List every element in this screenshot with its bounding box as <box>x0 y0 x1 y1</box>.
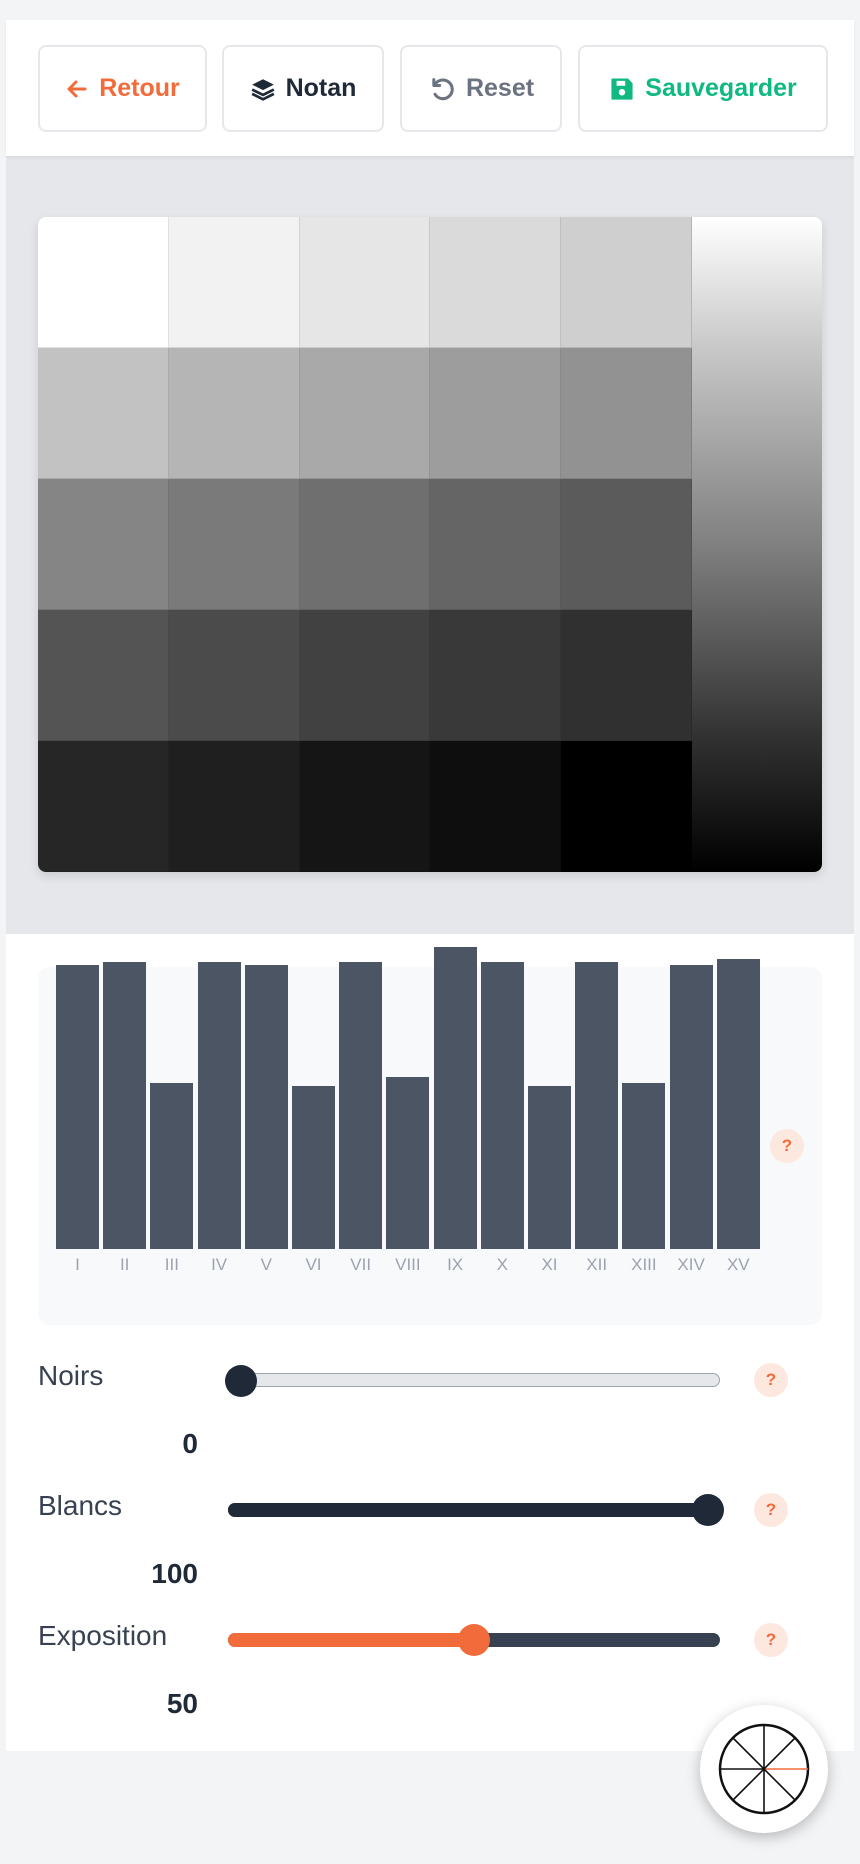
histogram-bar <box>197 962 241 1249</box>
blancs-slider-fill <box>228 1503 708 1517</box>
notan-button[interactable]: Notan <box>222 45 384 132</box>
histogram-tick-label: VIII <box>395 1255 421 1274</box>
noirs-value: 0 <box>182 1428 198 1459</box>
noirs-help-button[interactable]: ? <box>754 1363 788 1397</box>
histogram-tick-label: VI <box>305 1255 322 1274</box>
exposition-slider-thumb[interactable] <box>458 1624 490 1656</box>
value-swatch <box>168 610 300 741</box>
save-button[interactable]: Sauvegarder <box>578 45 828 132</box>
value-swatch <box>430 348 562 479</box>
value-swatch <box>430 610 562 741</box>
histogram-tick-label: I <box>75 1255 80 1274</box>
histogram-tick-label: XV <box>726 1255 750 1274</box>
slider-label-exposition: Exposition <box>38 1620 168 1651</box>
noirs-slider-thumb[interactable] <box>225 1365 257 1397</box>
blancs-slider[interactable] <box>228 1494 724 1526</box>
help-icon: ? <box>765 1500 777 1519</box>
floppy-disk-icon <box>611 77 633 100</box>
histogram-tick-label: IX <box>447 1255 464 1274</box>
value-swatch <box>168 479 300 610</box>
value-swatch <box>561 610 692 741</box>
color-wheel-button[interactable] <box>700 1705 828 1833</box>
value-swatch <box>430 741 562 872</box>
value-swatch <box>38 741 169 872</box>
value-scale <box>38 217 822 872</box>
slider-label-noirs: Noirs <box>38 1360 104 1391</box>
histogram-bar <box>150 1082 194 1249</box>
histogram-tick-label: X <box>496 1255 508 1274</box>
histogram-tick-label: XII <box>586 1255 608 1274</box>
value-swatch <box>561 741 692 872</box>
reset-button[interactable]: Reset <box>400 45 562 132</box>
value-swatch <box>299 610 431 741</box>
back-button-label: Retour <box>99 74 180 102</box>
histogram-tick-label: XIV <box>677 1255 705 1274</box>
blancs-help-button[interactable]: ? <box>754 1493 788 1527</box>
color-wheel-icon <box>718 1723 810 1815</box>
histogram-bar <box>339 962 383 1249</box>
value-swatch <box>561 479 692 610</box>
exposition-help-button[interactable]: ? <box>754 1623 788 1657</box>
help-icon: ? <box>781 1136 793 1155</box>
histogram-bar <box>386 1076 430 1249</box>
value-swatch <box>299 348 431 479</box>
histogram-bar <box>622 1082 666 1249</box>
histogram-bar <box>669 965 713 1249</box>
toolbar: Retour Notan Reset Sauvegarder <box>6 20 854 156</box>
histogram-tick-label: IV <box>211 1255 228 1274</box>
histogram-bars: I II III IV V VI VII VIII IX X XI XII XIII XIV XV <box>38 947 760 1325</box>
undo-icon <box>432 77 454 100</box>
histogram-bar <box>244 965 288 1249</box>
blancs-slider-thumb[interactable] <box>692 1494 724 1526</box>
value-swatch <box>38 610 169 741</box>
histogram-bar <box>716 959 760 1249</box>
value-swatch <box>299 479 431 610</box>
histogram-bar <box>433 947 477 1249</box>
value-swatch <box>168 741 300 872</box>
arrow-left-icon <box>67 80 87 97</box>
histogram-bar <box>103 962 147 1249</box>
slider-label-blancs: Blancs <box>38 1490 123 1521</box>
histogram-tick-label: XIII <box>631 1255 657 1274</box>
value-swatch <box>168 348 300 479</box>
help-icon: ? <box>765 1370 777 1389</box>
reset-button-label: Reset <box>465 74 535 102</box>
histogram-help-button[interactable]: ? <box>770 1129 804 1163</box>
histogram-bar <box>528 1085 571 1249</box>
value-swatch <box>299 741 431 872</box>
value-swatch <box>38 217 169 348</box>
value-swatch <box>430 479 562 610</box>
histogram-bar <box>292 1085 335 1249</box>
blancs-value: 100 <box>151 1558 198 1589</box>
histogram-bar <box>56 965 99 1249</box>
histogram-bar <box>480 962 524 1249</box>
value-swatch-grid <box>38 217 692 872</box>
value-swatch <box>38 479 169 610</box>
back-button[interactable]: Retour <box>38 45 207 132</box>
save-button-label: Sauvegarder <box>645 74 797 102</box>
histogram-tick-label: XI <box>541 1255 558 1274</box>
value-swatch <box>430 217 562 348</box>
histogram: I II III IV V VI VII VIII IX X XI XII XIII XIV XV ? <box>38 947 822 1325</box>
noirs-slider[interactable] <box>225 1365 720 1397</box>
histogram-tick-label: V <box>260 1255 272 1274</box>
histogram-tick-label: III <box>164 1255 179 1274</box>
value-swatch <box>561 217 692 348</box>
exposition-slider[interactable] <box>228 1624 720 1656</box>
histogram-bar <box>575 962 619 1249</box>
exposition-slider-fill <box>228 1633 474 1647</box>
help-icon: ? <box>765 1630 777 1649</box>
histogram-tick-label: VII <box>350 1255 372 1274</box>
value-swatch <box>299 217 431 348</box>
exposition-value: 50 <box>166 1688 198 1719</box>
gradient-strip <box>692 217 822 872</box>
notan-button-label: Notan <box>285 74 357 102</box>
layers-icon <box>251 78 275 101</box>
value-swatch <box>168 217 300 348</box>
value-swatch <box>561 348 692 479</box>
value-swatch <box>38 348 169 479</box>
histogram-tick-label: II <box>119 1255 130 1274</box>
